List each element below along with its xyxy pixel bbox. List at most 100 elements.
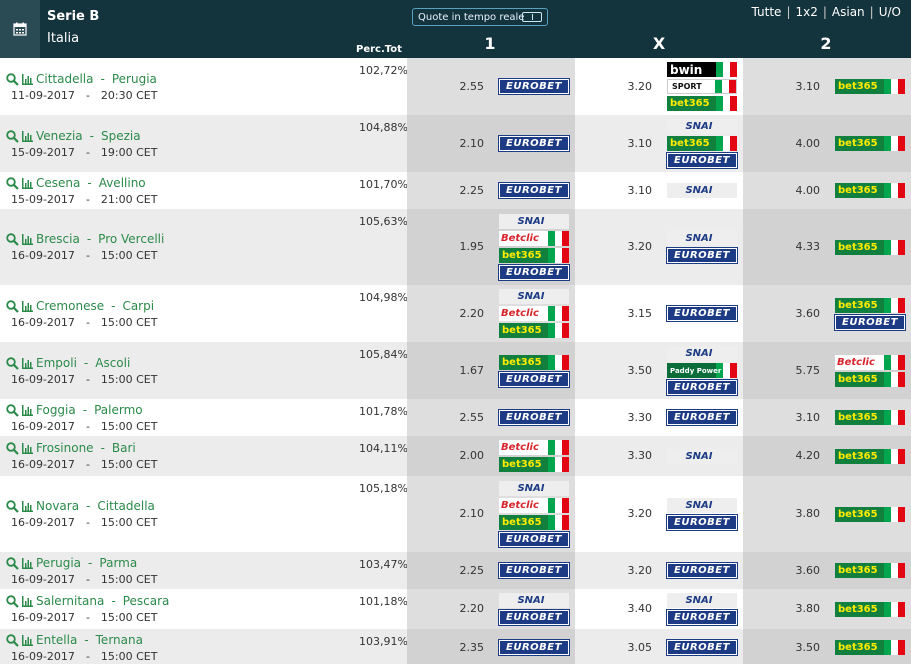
sport-logo[interactable]: SPORT [667, 79, 737, 94]
odd-2-value[interactable]: 3.10 [743, 411, 821, 424]
home-team-link[interactable]: Cesena [36, 176, 80, 190]
away-team-link[interactable]: Pro Vercelli [98, 232, 164, 246]
odd-1-value[interactable]: 2.10 [407, 137, 485, 150]
away-team-link[interactable]: Bari [112, 441, 136, 455]
odd-x-value[interactable]: 3.40 [575, 602, 653, 615]
bet365-logo[interactable]: bet365 [835, 372, 905, 387]
odd-2-value[interactable]: 3.50 [743, 641, 821, 654]
odd-x-value[interactable]: 3.05 [575, 641, 653, 654]
search-icon[interactable] [6, 176, 19, 190]
odd-1-value[interactable]: 2.10 [407, 507, 485, 520]
stats-icon[interactable] [21, 357, 34, 370]
eurobet-logo[interactable]: EUROBET [498, 531, 570, 548]
odd-2-value[interactable]: 3.80 [743, 602, 821, 615]
stats-icon[interactable] [21, 233, 34, 246]
eurobet-logo[interactable]: EUROBET [498, 264, 570, 281]
home-team-link[interactable]: Foggia [36, 403, 76, 417]
search-icon[interactable] [6, 594, 19, 608]
calendar-icon[interactable] [0, 0, 40, 58]
odd-1-value[interactable]: 2.20 [407, 307, 485, 320]
odd-x-value[interactable]: 3.20 [575, 240, 653, 253]
mode-asian[interactable]: Asian [832, 5, 865, 19]
home-team-link[interactable]: Cittadella [36, 72, 94, 86]
odd-x-value[interactable]: 3.30 [575, 411, 653, 424]
odd-1-value[interactable]: 2.25 [407, 564, 485, 577]
odd-2-value[interactable]: 3.60 [743, 564, 821, 577]
odd-2-value[interactable]: 4.00 [743, 137, 821, 150]
eurobet-logo[interactable]: EUROBET [666, 639, 738, 656]
bwin-logo[interactable]: bwin [667, 62, 737, 77]
away-team-link[interactable]: Carpi [122, 299, 154, 313]
snai-logo[interactable]: SNAI [667, 498, 737, 513]
odd-x-value[interactable]: 3.20 [575, 507, 653, 520]
search-icon[interactable] [6, 499, 19, 513]
stats-icon[interactable] [21, 557, 34, 570]
snai-logo[interactable]: SNAI [499, 214, 569, 229]
bet365-logo[interactable]: bet365 [667, 96, 737, 111]
bet365-logo[interactable]: bet365 [835, 240, 905, 255]
stats-icon[interactable] [21, 73, 34, 86]
odd-1-value[interactable]: 2.55 [407, 80, 485, 93]
bet365-logo[interactable]: bet365 [835, 136, 905, 151]
live-odds-toggle[interactable]: Quote in tempo reale [412, 8, 548, 26]
home-team-link[interactable]: Entella [36, 633, 77, 647]
away-team-link[interactable]: Cittadella [97, 499, 155, 513]
search-icon[interactable] [6, 556, 19, 570]
home-team-link[interactable]: Perugia [36, 556, 81, 570]
odd-x-value[interactable]: 3.20 [575, 564, 653, 577]
eurobet-logo[interactable]: EUROBET [498, 135, 570, 152]
bet365-logo[interactable]: bet365 [835, 449, 905, 464]
bet365-logo[interactable]: bet365 [835, 183, 905, 198]
home-team-link[interactable]: Novara [36, 499, 79, 513]
paddy-logo[interactable]: Paddy Power [667, 363, 737, 378]
bet365-logo[interactable]: bet365 [499, 248, 569, 263]
odd-1-value[interactable]: 2.35 [407, 641, 485, 654]
away-team-link[interactable]: Spezia [101, 129, 141, 143]
eurobet-logo[interactable]: EUROBET [666, 305, 738, 322]
odd-x-value[interactable]: 3.10 [575, 184, 653, 197]
eurobet-logo[interactable]: EUROBET [498, 182, 570, 199]
bet365-logo[interactable]: bet365 [499, 515, 569, 530]
eurobet-logo[interactable]: EUROBET [666, 609, 738, 626]
bet365-logo[interactable]: bet365 [835, 507, 905, 522]
away-team-link[interactable]: Pescara [123, 594, 170, 608]
home-team-link[interactable]: Cremonese [36, 299, 104, 313]
odd-x-value[interactable]: 3.10 [575, 137, 653, 150]
stats-icon[interactable] [21, 404, 34, 417]
odd-1-value[interactable]: 1.95 [407, 240, 485, 253]
eurobet-logo[interactable]: EUROBET [498, 371, 570, 388]
search-icon[interactable] [6, 129, 19, 143]
snai-logo[interactable]: SNAI [499, 593, 569, 608]
stats-icon[interactable] [21, 177, 34, 190]
eurobet-logo[interactable]: EUROBET [666, 152, 738, 169]
search-icon[interactable] [6, 403, 19, 417]
odd-2-value[interactable]: 3.60 [743, 307, 821, 320]
eurobet-logo[interactable]: EUROBET [666, 409, 738, 426]
betclic-logo[interactable]: Betclic [499, 231, 569, 246]
search-icon[interactable] [6, 232, 19, 246]
bet365-logo[interactable]: bet365 [499, 457, 569, 472]
home-team-link[interactable]: Brescia [36, 232, 80, 246]
snai-logo[interactable]: SNAI [667, 231, 737, 246]
odd-2-value[interactable]: 3.80 [743, 507, 821, 520]
snai-logo[interactable]: SNAI [499, 481, 569, 496]
bet365-logo[interactable]: bet365 [667, 136, 737, 151]
stats-icon[interactable] [21, 300, 34, 313]
away-team-link[interactable]: Perugia [112, 72, 157, 86]
bet365-logo[interactable]: bet365 [835, 410, 905, 425]
betclic-logo[interactable]: Betclic [499, 306, 569, 321]
bet365-logo[interactable]: bet365 [499, 323, 569, 338]
eurobet-logo[interactable]: EUROBET [498, 78, 570, 95]
odd-1-value[interactable]: 2.00 [407, 449, 485, 462]
stats-icon[interactable] [21, 442, 34, 455]
odd-1-value[interactable]: 2.25 [407, 184, 485, 197]
home-team-link[interactable]: Venezia [36, 129, 83, 143]
snai-logo[interactable]: SNAI [667, 346, 737, 361]
away-team-link[interactable]: Palermo [94, 403, 143, 417]
bet365-logo[interactable]: bet365 [835, 640, 905, 655]
odd-2-value[interactable]: 3.10 [743, 80, 821, 93]
odd-1-value[interactable]: 2.55 [407, 411, 485, 424]
eurobet-logo[interactable]: EUROBET [666, 562, 738, 579]
home-team-link[interactable]: Salernitana [36, 594, 104, 608]
away-team-link[interactable]: Ternana [96, 633, 143, 647]
